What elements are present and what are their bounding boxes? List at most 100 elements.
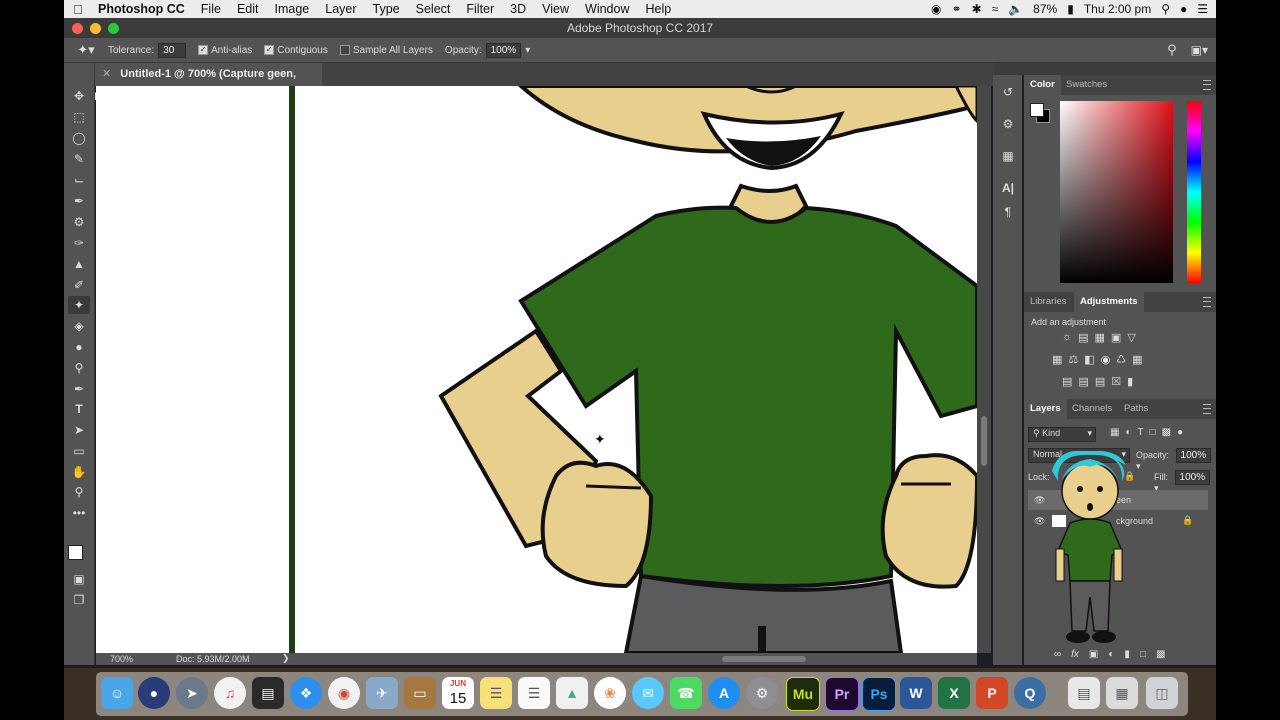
foreground-color-swatch[interactable]: [68, 545, 83, 560]
menu-layer[interactable]: Layer: [317, 2, 364, 16]
spotlight-icon[interactable]: ⚲: [1161, 2, 1170, 16]
launchpad-icon[interactable]: ➤: [176, 677, 208, 709]
clone-stamp-tool-icon[interactable]: ▲: [68, 255, 90, 273]
menu-select[interactable]: Select: [408, 2, 459, 16]
notes-icon[interactable]: ☰: [480, 677, 512, 709]
adobe-premiere-icon[interactable]: Pr: [825, 677, 859, 711]
contiguous-checkbox[interactable]: ✓: [264, 45, 275, 55]
tab-libraries[interactable]: Libraries: [1024, 292, 1072, 312]
blur-tool-icon[interactable]: ●: [68, 338, 90, 356]
properties-panel-icon[interactable]: ⚙: [999, 117, 1017, 133]
brush-tool-icon[interactable]: ✑: [68, 234, 90, 252]
path-selection-tool-icon[interactable]: ➤: [68, 421, 90, 439]
brightness-icon[interactable]: ☼: [1062, 331, 1072, 344]
trash-icon[interactable]: ◫: [1146, 677, 1178, 709]
invert-icon[interactable]: ▤: [1062, 375, 1072, 388]
menu-3d[interactable]: 3D: [502, 2, 534, 16]
tab-color[interactable]: Color: [1024, 75, 1061, 95]
bluetooth-icon[interactable]: ✱: [972, 2, 982, 16]
color-panel-menu-icon[interactable]: [1203, 80, 1211, 90]
menu-type[interactable]: Type: [365, 2, 408, 16]
filter-shape-icon[interactable]: □: [1150, 427, 1156, 438]
paint-bucket-tool-icon[interactable]: ◈: [68, 317, 90, 335]
adobe-muse-icon[interactable]: Mu: [786, 677, 820, 711]
system-preferences-icon[interactable]: ⚙: [746, 677, 778, 709]
color-field[interactable]: [1060, 101, 1173, 283]
menu-app-name[interactable]: Photoshop CC: [92, 2, 193, 16]
reminders-icon[interactable]: ☰: [518, 677, 550, 709]
character-panel-icon[interactable]: A|: [999, 181, 1017, 197]
screen-mode-icon[interactable]: ❐: [68, 591, 90, 609]
excel-icon[interactable]: X: [938, 677, 970, 709]
history-panel-icon[interactable]: ↺: [999, 85, 1017, 101]
antialias-option[interactable]: ✓ Anti-alias: [198, 45, 252, 56]
document-tab[interactable]: ✕ Untitled-1 @ 700% (Capture geen, RGB/8…: [94, 63, 322, 103]
menu-window[interactable]: Window: [577, 2, 637, 16]
safari-icon[interactable]: ❖: [290, 677, 322, 709]
menu-help[interactable]: Help: [638, 2, 680, 16]
workspace-icon[interactable]: ▣▾: [1191, 43, 1208, 57]
black-white-icon[interactable]: ◧: [1084, 353, 1094, 366]
selective-color-icon[interactable]: ☒: [1111, 375, 1121, 388]
app-store-icon[interactable]: A: [708, 677, 740, 709]
rectangle-tool-icon[interactable]: ▭: [68, 442, 90, 460]
chrome-icon[interactable]: ◉: [328, 677, 360, 709]
documents-stack-icon[interactable]: ▤: [1068, 677, 1100, 709]
type-tool-icon[interactable]: T: [68, 400, 90, 418]
powerpoint-icon[interactable]: P: [976, 677, 1008, 709]
clock[interactable]: Thu 2:00 pm: [1084, 2, 1151, 16]
levels-icon[interactable]: ▤: [1078, 331, 1088, 344]
vibrance-icon[interactable]: ▽: [1127, 331, 1135, 344]
antialias-checkbox[interactable]: ✓: [198, 45, 209, 55]
minimize-window-button[interactable]: [90, 23, 101, 34]
vertical-scroll-thumb[interactable]: [981, 416, 987, 466]
tab-paths[interactable]: Paths: [1118, 399, 1154, 419]
color-panel-foreground-swatch[interactable]: [1030, 103, 1044, 117]
filter-pixel-icon[interactable]: ▦: [1110, 427, 1119, 438]
hand-tool-icon[interactable]: ✋: [68, 463, 90, 481]
cc-icon[interactable]: ⚭: [952, 2, 962, 16]
zoom-window-button[interactable]: [108, 23, 119, 34]
menu-image[interactable]: Image: [267, 2, 318, 16]
siri-icon[interactable]: ●: [1180, 2, 1187, 16]
brush-settings-panel-icon[interactable]: ▦: [999, 149, 1017, 165]
word-icon[interactable]: W: [900, 677, 932, 709]
downloads-stack-icon[interactable]: ▦: [1106, 677, 1138, 709]
exposure-icon[interactable]: ▣: [1111, 331, 1121, 344]
calendar-icon[interactable]: JUN 15: [442, 677, 474, 709]
tab-layers[interactable]: Layers: [1024, 399, 1067, 419]
wifi-icon[interactable]: ≈: [992, 2, 999, 16]
status-menu-arrow-icon[interactable]: ❯: [282, 653, 290, 664]
marquee-tool-icon[interactable]: ⬚: [68, 108, 90, 126]
tab-swatches[interactable]: Swatches: [1060, 75, 1113, 95]
paragraph-panel-icon[interactable]: ¶: [999, 205, 1017, 221]
layer-visibility-eye-icon[interactable]: 👁: [1034, 516, 1045, 527]
filter-type-icon[interactable]: T: [1138, 427, 1144, 438]
healing-brush-tool-icon[interactable]: ⚙: [68, 213, 90, 231]
facetime-icon[interactable]: ☎: [670, 677, 702, 709]
photos-icon[interactable]: ❀: [594, 677, 626, 709]
gradient-map-icon[interactable]: ▮: [1127, 375, 1133, 388]
volume-icon[interactable]: 🔈: [1008, 2, 1023, 16]
opacity-dropdown-icon[interactable]: ▾: [525, 45, 530, 56]
horizontal-scrollbar[interactable]: [722, 656, 806, 662]
messages-icon[interactable]: ✉: [632, 677, 664, 709]
tab-channels[interactable]: Channels: [1066, 399, 1118, 419]
activity-monitor-icon[interactable]: ▤: [252, 677, 284, 709]
filter-smart-object-icon[interactable]: ▩: [1162, 427, 1171, 438]
notification-center-icon[interactable]: ☰: [1197, 2, 1208, 16]
adjustments-panel-menu-icon[interactable]: [1203, 297, 1211, 307]
close-window-button[interactable]: [72, 23, 83, 34]
canvas[interactable]: ✦: [96, 86, 977, 653]
color-balance-icon[interactable]: ⚖: [1068, 353, 1078, 366]
quick-mask-icon[interactable]: ▣: [68, 570, 90, 588]
magic-eraser-tool-icon[interactable]: ✦: [68, 296, 90, 314]
layer-lock-icon[interactable]: 🔒: [1182, 515, 1193, 526]
search-icon[interactable]: ⚲: [1167, 42, 1177, 58]
crop-tool-icon[interactable]: ⌙: [68, 171, 90, 189]
apple-icon[interactable]: : [64, 2, 92, 17]
delete-layer-icon[interactable]: ▩: [1156, 649, 1165, 660]
itunes-icon[interactable]: ♫: [214, 677, 246, 709]
sample-all-layers-checkbox[interactable]: [339, 45, 350, 55]
menu-view[interactable]: View: [534, 2, 577, 16]
